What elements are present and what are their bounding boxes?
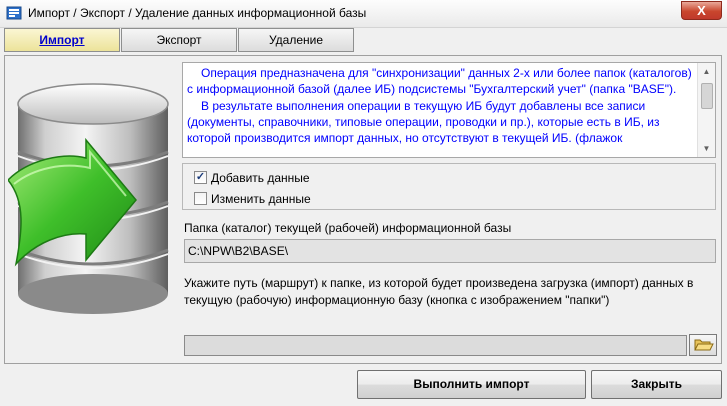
change-data-label[interactable]: Изменить данные [211,191,311,207]
change-data-checkbox[interactable] [194,192,207,205]
scroll-down-icon[interactable]: ▼ [698,140,715,157]
window-title: Импорт / Экспорт / Удаление данных инфор… [28,6,367,20]
window-close-button[interactable]: X [681,1,722,20]
tab-delete[interactable]: Удаление [238,28,354,52]
tab-export[interactable]: Экспорт [121,28,237,52]
description-paragraph-2: В результате выполнения операции в текущ… [187,98,660,146]
current-folder-field: C:\NPW\B2\BASE\ [184,239,716,263]
app-icon [6,6,22,20]
database-icon [8,83,169,314]
current-folder-label: Папка (каталог) текущей (рабочей) информ… [184,221,512,235]
description-scrollbar[interactable]: ▲ ▼ [697,63,715,157]
source-folder-input[interactable] [184,335,687,356]
scroll-thumb[interactable] [701,83,713,109]
operation-description[interactable]: Операция предназначена для "синхронизаци… [182,62,716,158]
browse-folder-button[interactable] [689,334,717,356]
open-folder-icon [694,339,714,351]
options-panel: ✓ Добавить данные Изменить данные [182,163,716,210]
add-data-label[interactable]: Добавить данные [211,170,310,186]
scroll-up-icon[interactable]: ▲ [698,63,715,80]
add-data-checkbox[interactable]: ✓ [194,171,207,184]
title-bar: Импорт / Экспорт / Удаление данных инфор… [0,0,727,28]
description-paragraph-1: Операция предназначена для "синхронизаци… [187,66,692,97]
run-import-button[interactable]: Выполнить импорт [357,370,586,399]
tab-import[interactable]: Импорт [4,28,120,52]
close-button[interactable]: Закрыть [591,370,722,399]
source-folder-hint: Укажите путь (маршрут) к папке, из котор… [184,276,694,307]
